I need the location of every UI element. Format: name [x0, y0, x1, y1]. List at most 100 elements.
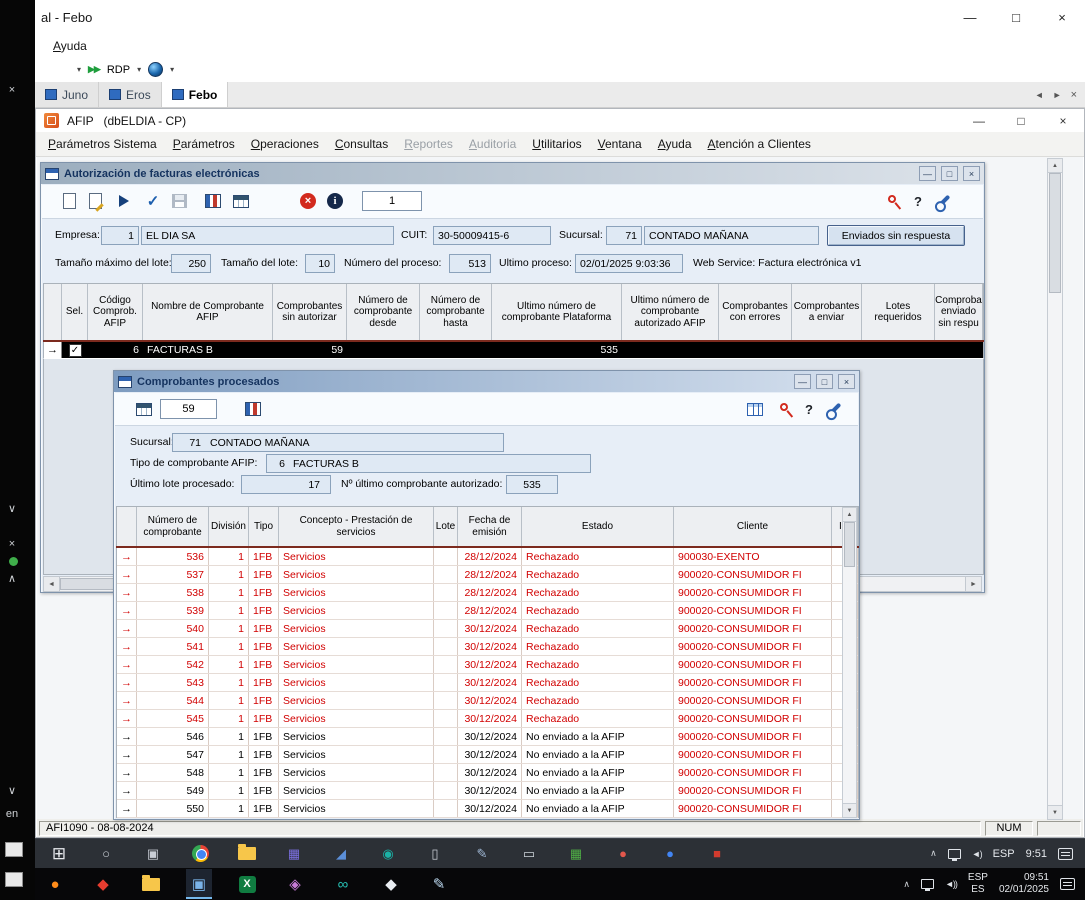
language-indicator[interactable]: ESP: [993, 848, 1015, 860]
close-icon[interactable]: ×: [3, 538, 21, 550]
minimize-button[interactable]: —: [947, 1, 993, 35]
rdp-menu-button[interactable]: RDP: [107, 64, 130, 76]
dropdown-icon[interactable]: ▾: [137, 65, 141, 74]
info-button[interactable]: i: [324, 190, 346, 212]
menu-ayuda[interactable]: Ayuda: [650, 137, 700, 151]
dropdown-icon[interactable]: ▾: [77, 65, 81, 74]
table-row[interactable]: → 537 1 1FB Servicios 28/12/2024 Rechaza…: [117, 566, 858, 584]
firefox-icon[interactable]: ●: [42, 869, 68, 899]
scroll-left-icon[interactable]: ◄: [44, 577, 60, 591]
close-button[interactable]: ×: [963, 166, 980, 181]
tab-eros[interactable]: Eros: [99, 82, 162, 107]
chevron-up-icon[interactable]: ∧: [3, 572, 21, 585]
network-icon[interactable]: [921, 879, 934, 889]
menu-parámetros-sistema[interactable]: Parámetros Sistema: [40, 137, 165, 151]
scroll-up-icon[interactable]: ▲: [1048, 159, 1062, 173]
feather-app-icon[interactable]: ✎: [426, 869, 452, 899]
scroll-down-icon[interactable]: ▼: [1048, 805, 1062, 819]
folder-icon[interactable]: [138, 869, 164, 899]
table-row[interactable]: → 546 1 1FB Servicios 30/12/2024 No envi…: [117, 728, 858, 746]
volume-icon[interactable]: ◄)): [945, 879, 957, 889]
help-button[interactable]: ?: [798, 398, 820, 420]
minimize-button[interactable]: —: [958, 110, 1000, 132]
edit-button[interactable]: [84, 190, 106, 212]
close-button[interactable]: ×: [1042, 110, 1084, 132]
excel-icon[interactable]: X: [234, 869, 260, 899]
menu-utilitarios[interactable]: Utilitarios: [524, 137, 589, 151]
tab-febo[interactable]: Febo: [162, 82, 229, 107]
menu-reportes[interactable]: Reportes: [396, 137, 461, 151]
close-button[interactable]: ×: [1039, 1, 1085, 35]
cuit-field[interactable]: 30-50009415-6: [433, 226, 551, 245]
key-button[interactable]: [881, 190, 903, 212]
ultimo-autorizado-field[interactable]: 535: [506, 475, 558, 494]
maximize-button[interactable]: □: [941, 166, 958, 181]
chrome-icon[interactable]: [188, 841, 212, 867]
calendar-app-icon[interactable]: ▦: [564, 841, 588, 867]
monitor-app-icon[interactable]: ▭: [517, 841, 541, 867]
help-button[interactable]: ?: [907, 190, 929, 212]
scroll-tabs-right-icon[interactable]: ►: [1053, 90, 1062, 100]
tools-button[interactable]: [824, 398, 846, 420]
export-grid-button[interactable]: [230, 190, 252, 212]
tools-button[interactable]: [933, 190, 955, 212]
menu-atención-a-clientes[interactable]: Atención a Clientes: [700, 137, 819, 151]
clock[interactable]: 09:51 02/01/2025: [999, 872, 1049, 897]
sel-checkbox[interactable]: ✓: [62, 342, 88, 358]
clock[interactable]: 9:51: [1026, 848, 1047, 860]
sucursal-field[interactable]: 71 CONTADO MAÑANA: [172, 433, 504, 452]
scroll-right-icon[interactable]: ►: [965, 577, 981, 591]
photos-app-icon[interactable]: ▦: [282, 841, 306, 867]
close-tab-icon[interactable]: ×: [1071, 89, 1077, 101]
scroll-thumb[interactable]: [844, 522, 855, 567]
table-view-button[interactable]: [744, 398, 766, 420]
export-grid-button[interactable]: [133, 398, 155, 420]
menu-operaciones[interactable]: Operaciones: [243, 137, 327, 151]
table-row[interactable]: → 544 1 1FB Servicios 30/12/2024 Rechaza…: [117, 692, 858, 710]
confirm-button[interactable]: ✓: [142, 190, 164, 212]
tray-expand-icon[interactable]: ∧: [930, 848, 937, 859]
scroll-tabs-left-icon[interactable]: ◄: [1035, 90, 1044, 100]
search-icon[interactable]: ○: [94, 841, 118, 867]
numero-proceso-field[interactable]: 513: [449, 254, 491, 273]
pdf-app-icon[interactable]: ■: [705, 841, 729, 867]
volume-icon[interactable]: ◄): [972, 849, 982, 859]
ledger-button[interactable]: [242, 398, 264, 420]
minimize-button[interactable]: —: [919, 166, 936, 181]
notification-icon[interactable]: [1060, 878, 1075, 890]
language-indicator[interactable]: ESP ES: [968, 872, 988, 897]
table-row[interactable]: → 549 1 1FB Servicios 30/12/2024 No envi…: [117, 782, 858, 800]
table-row[interactable]: → 543 1 1FB Servicios 30/12/2024 Rechaza…: [117, 674, 858, 692]
tipo-comprobante-field[interactable]: 6 FACTURAS B: [266, 454, 591, 473]
media-player-icon[interactable]: ◢: [329, 841, 353, 867]
sucursal-name-field[interactable]: CONTADO MAÑANA: [644, 226, 819, 245]
scroll-down-icon[interactable]: ▼: [843, 803, 856, 817]
selected-row[interactable]: → ✓ 6 FACTURAS B 59 535: [43, 342, 984, 359]
empresa-name-field[interactable]: EL DIA SA: [141, 226, 394, 245]
vertical-scrollbar[interactable]: ▲ ▼: [842, 507, 857, 818]
ultimo-proceso-field[interactable]: 02/01/2025 9:03:36: [575, 254, 683, 273]
maximize-button[interactable]: □: [993, 1, 1039, 35]
close-button[interactable]: ×: [838, 374, 855, 389]
network-icon[interactable]: [948, 849, 961, 859]
menu-ventana[interactable]: Ventana: [590, 137, 650, 151]
table-row[interactable]: → 545 1 1FB Servicios 30/12/2024 Rechaza…: [117, 710, 858, 728]
key-button[interactable]: [773, 398, 795, 420]
chevron-down-icon[interactable]: ∨: [3, 502, 21, 515]
table-row[interactable]: → 539 1 1FB Servicios 28/12/2024 Rechaza…: [117, 602, 858, 620]
record-count-field[interactable]: 59: [160, 399, 217, 419]
empresa-number-field[interactable]: 1: [101, 226, 139, 245]
maximize-button[interactable]: □: [1000, 110, 1042, 132]
table-row[interactable]: → 541 1 1FB Servicios 30/12/2024 Rechaza…: [117, 638, 858, 656]
ultimo-lote-field[interactable]: 17: [241, 475, 331, 494]
maximize-button[interactable]: □: [816, 374, 833, 389]
table-row[interactable]: → 548 1 1FB Servicios 30/12/2024 No envi…: [117, 764, 858, 782]
start-button[interactable]: ⊞: [47, 841, 71, 867]
web-app-icon[interactable]: ◉: [376, 841, 400, 867]
save-button[interactable]: [168, 190, 190, 212]
mdi-vertical-scrollbar[interactable]: ▲ ▼: [1047, 158, 1063, 820]
autorizacion-titlebar[interactable]: Autorización de facturas electrónicas — …: [41, 163, 984, 184]
connect-icon[interactable]: ▶▶: [88, 64, 100, 75]
table-row[interactable]: → 547 1 1FB Servicios 30/12/2024 No envi…: [117, 746, 858, 764]
close-icon[interactable]: ×: [3, 84, 21, 96]
